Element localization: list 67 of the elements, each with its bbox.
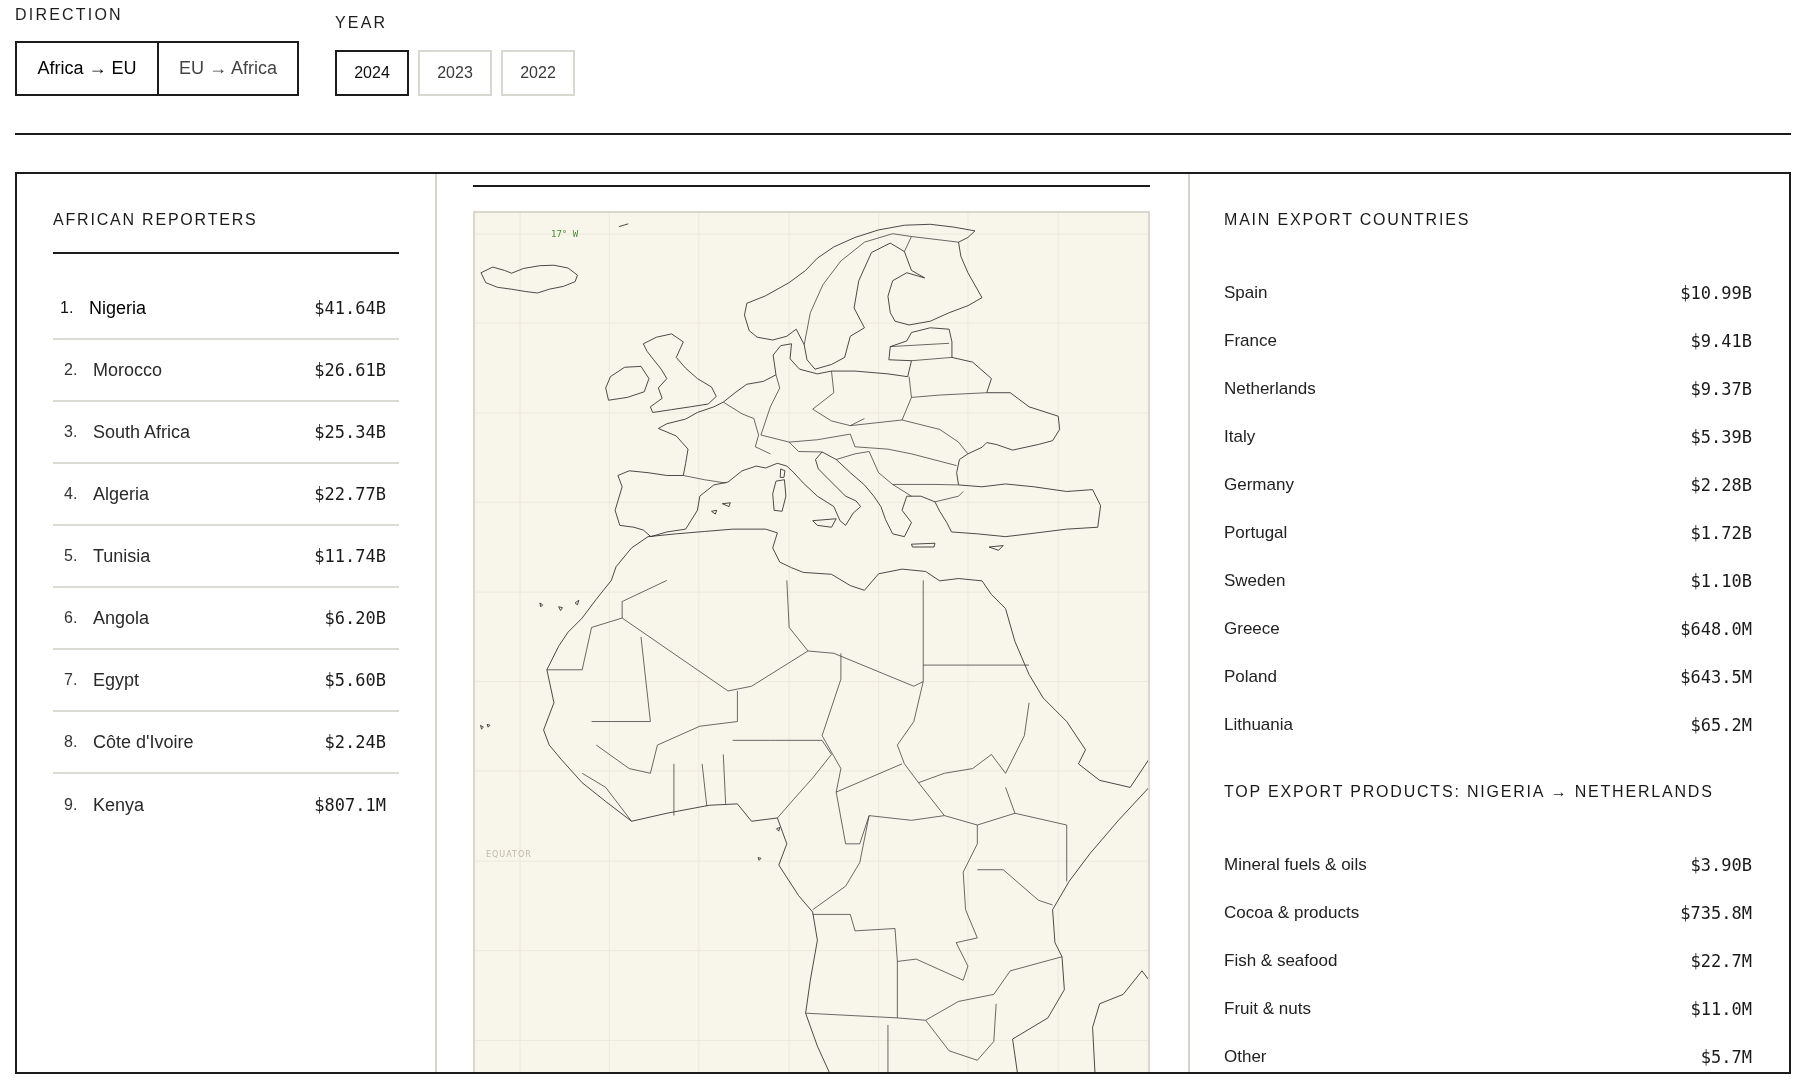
country-name: Spain — [1224, 283, 1268, 303]
section-heading: MAIN EXPORT COUNTRIES — [1224, 210, 1471, 230]
rank-number: 8. — [64, 732, 79, 752]
rank-number: 7. — [64, 670, 79, 690]
year-button[interactable]: 2024 — [335, 50, 409, 96]
year-label: YEAR — [335, 13, 388, 33]
trade-value: $3.90B — [1690, 855, 1752, 875]
section-heading: AFRICAN REPORTERS — [53, 210, 258, 230]
rank-number: 3. — [64, 422, 79, 442]
rank-number: 1. — [60, 298, 75, 318]
country-name[interactable]: Morocco — [93, 359, 315, 381]
trade-value: $65.2M — [1690, 715, 1752, 735]
product-name: Fish & seafood — [1224, 951, 1338, 971]
country-name[interactable]: Angola — [93, 607, 325, 629]
country-name: Sweden — [1224, 571, 1286, 591]
country-name: Greece — [1224, 619, 1280, 639]
country-name: France — [1224, 331, 1277, 351]
trade-value: $6.20B — [324, 608, 386, 628]
equator-label: EQUATOR — [486, 850, 532, 860]
country-name: Portugal — [1224, 523, 1288, 543]
rank-number: 6. — [64, 608, 79, 628]
year-button[interactable]: 2022 — [501, 50, 575, 96]
product-name: Mineral fuels & oils — [1224, 855, 1367, 875]
country-name: Lithuania — [1224, 715, 1293, 735]
trade-value: $2.28B — [1690, 475, 1752, 495]
trade-value: $11.0M — [1690, 999, 1752, 1019]
rank-number: 4. — [64, 484, 79, 504]
country-name[interactable]: Algeria — [93, 483, 315, 505]
trade-value: $5.39B — [1690, 427, 1752, 447]
trade-value: $9.41B — [1690, 331, 1752, 351]
trade-value: $10.99B — [1680, 283, 1752, 303]
trade-value: $22.77B — [314, 484, 386, 504]
trade-value: $735.8M — [1680, 903, 1752, 923]
meridian-label: 17° W — [551, 229, 579, 239]
trade-value: $807.1M — [314, 795, 386, 815]
trade-value: $5.7M — [1700, 1047, 1752, 1067]
trade-value: $22.7M — [1690, 951, 1752, 971]
trade-value: $9.37B — [1690, 379, 1752, 399]
product-name: Cocoa & products — [1224, 903, 1360, 923]
rank-number: 5. — [64, 546, 79, 566]
trade-value: $25.34B — [314, 422, 386, 442]
country-name[interactable]: Côte d'Ivoire — [93, 731, 325, 753]
rank-number: 9. — [64, 795, 79, 815]
product-name: Other — [1224, 1047, 1267, 1067]
country-name[interactable]: Nigeria — [89, 297, 315, 319]
direction-label: DIRECTION — [15, 5, 123, 25]
country-name: Italy — [1224, 427, 1256, 447]
trade-value: $643.5M — [1680, 667, 1752, 687]
country-name: Netherlands — [1224, 379, 1316, 399]
trade-value: $11.74B — [314, 546, 386, 566]
rank-number: 2. — [64, 360, 79, 380]
trade-value: $648.0M — [1680, 619, 1752, 639]
product-name: Fruit & nuts — [1224, 999, 1311, 1019]
trade-value: $5.60B — [324, 670, 386, 690]
year-button[interactable]: 2023 — [418, 50, 492, 96]
country-name[interactable]: South Africa — [93, 421, 315, 443]
country-name: Germany — [1224, 475, 1294, 495]
country-name: Poland — [1224, 667, 1277, 687]
trade-value: $41.64B — [314, 298, 386, 318]
trade-value: $26.61B — [314, 360, 386, 380]
trade-value: $1.10B — [1690, 571, 1752, 591]
trade-value: $2.24B — [324, 732, 386, 752]
country-name[interactable]: Egypt — [93, 669, 325, 691]
trade-value: $1.72B — [1690, 523, 1752, 543]
section-heading: TOP EXPORT PRODUCTS: NIGERIA → NETHERLANDS — [1224, 782, 1714, 802]
country-name[interactable]: Kenya — [93, 794, 315, 816]
country-name[interactable]: Tunisia — [93, 545, 315, 567]
